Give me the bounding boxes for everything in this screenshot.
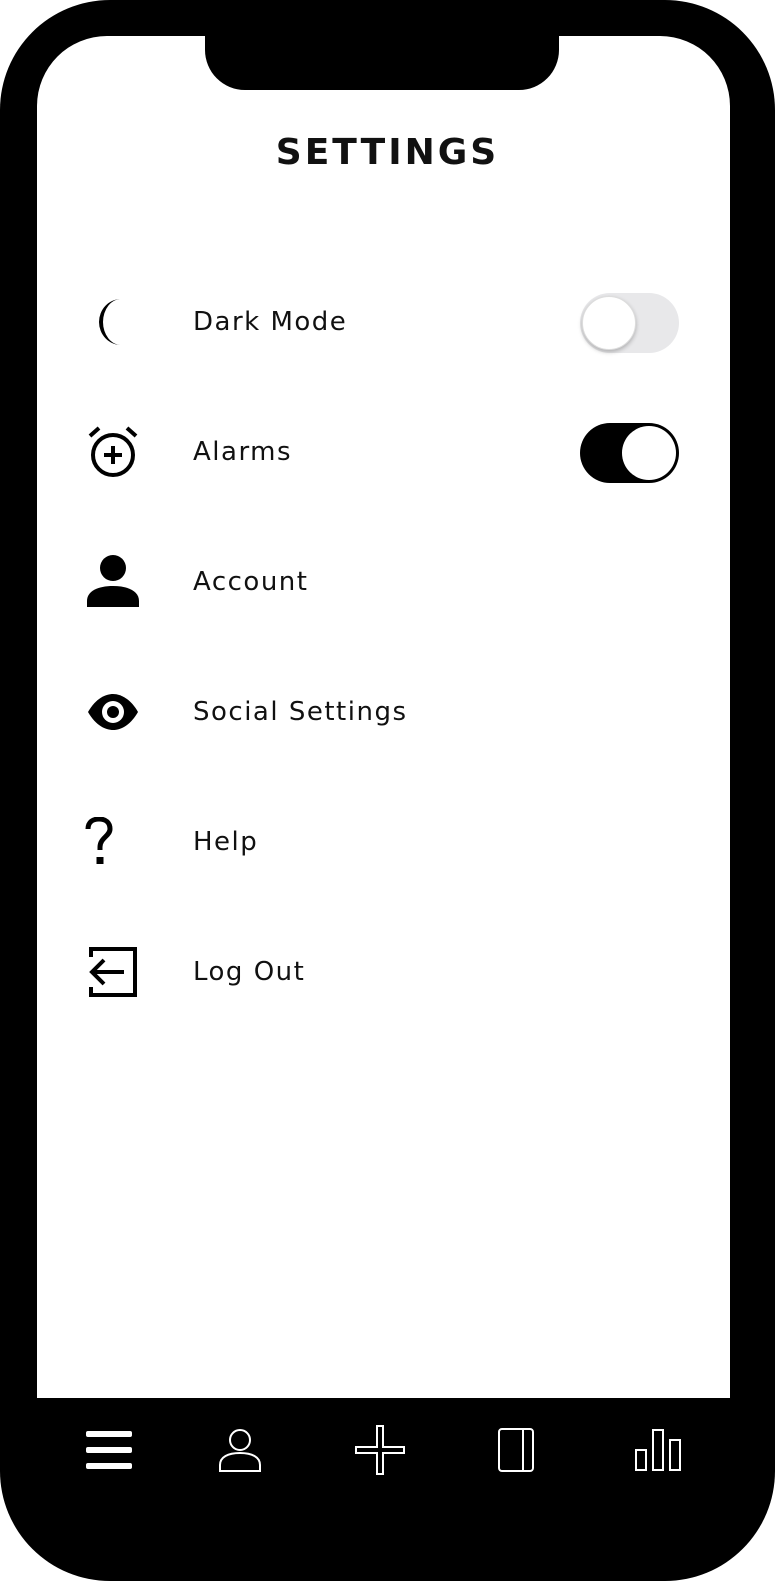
alarm-add-icon — [84, 412, 142, 492]
profile-icon — [218, 1428, 262, 1476]
tab-add[interactable] — [350, 1424, 410, 1480]
dark-mode-toggle[interactable] — [580, 293, 679, 353]
stats-icon — [634, 1428, 682, 1476]
toggle-knob — [582, 296, 636, 350]
person-icon — [84, 542, 142, 622]
add-icon — [354, 1424, 406, 1480]
moon-icon — [84, 282, 142, 362]
tab-journal[interactable] — [486, 1424, 546, 1480]
setting-label: Alarms — [193, 437, 293, 467]
tab-menu[interactable] — [79, 1424, 139, 1480]
alarms-toggle[interactable] — [580, 423, 679, 483]
setting-row-help[interactable]: Help — [0, 802, 775, 882]
tab-stats[interactable] — [628, 1424, 688, 1480]
tab-profile[interactable] — [210, 1424, 270, 1480]
menu-icon — [86, 1429, 132, 1475]
setting-label: Dark Mode — [193, 307, 348, 337]
journal-icon — [497, 1427, 535, 1477]
setting-row-social-settings[interactable]: Social Settings — [0, 672, 775, 752]
question-icon — [84, 802, 142, 882]
setting-row-log-out[interactable]: Log Out — [0, 932, 775, 1012]
setting-label: Help — [193, 827, 259, 857]
eye-icon — [84, 672, 142, 752]
page-title: SETTINGS — [275, 132, 500, 173]
setting-label: Social Settings — [193, 697, 408, 727]
bottom-tab-bar — [37, 1398, 730, 1508]
setting-row-alarms[interactable]: Alarms — [0, 412, 775, 492]
toggle-knob — [622, 426, 676, 480]
setting-label: Log Out — [193, 957, 306, 987]
setting-row-account[interactable]: Account — [0, 542, 775, 622]
notch — [205, 36, 559, 90]
logout-icon — [84, 932, 142, 1012]
setting-row-dark-mode[interactable]: Dark Mode — [0, 282, 775, 362]
setting-label: Account — [193, 567, 309, 597]
